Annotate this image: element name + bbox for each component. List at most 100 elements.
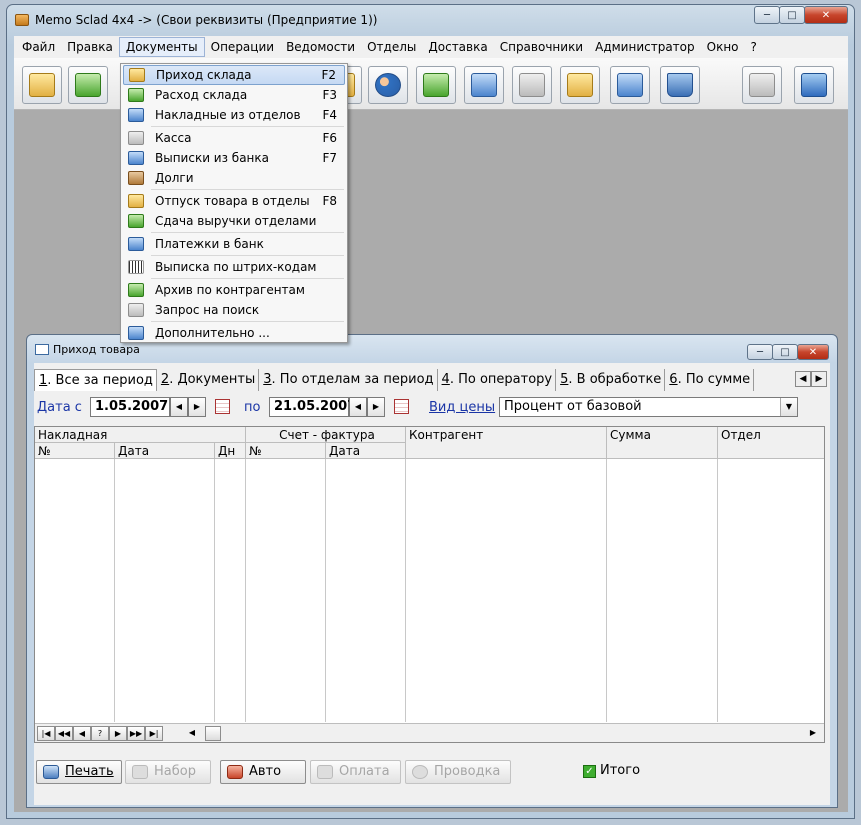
date-from-next-button[interactable]: ▶ — [188, 397, 206, 417]
toolbar-back-button[interactable] — [742, 66, 782, 104]
prev-record-button[interactable]: ◀ — [73, 726, 91, 741]
menu-delivery[interactable]: Доставка — [422, 37, 493, 57]
menu-item-bank-statements[interactable]: Выписки из банка F7 — [123, 148, 345, 168]
col-invoice-num-header[interactable]: № — [35, 443, 115, 459]
last-record-button[interactable]: ▶| — [145, 726, 163, 741]
calendar-to-icon[interactable] — [394, 399, 409, 414]
scroll-right-button[interactable]: ▶ — [804, 726, 822, 741]
scroll-left-button[interactable]: ◀ — [183, 726, 201, 741]
col-day-header[interactable]: Дн — [215, 443, 246, 459]
toolbar-forklift-button[interactable] — [560, 66, 600, 104]
group-tax-invoice-header: Счет - фактура — [246, 427, 406, 443]
tab-all-period[interactable]: 1. Все за период — [34, 369, 157, 391]
horizontal-scrollbar[interactable] — [203, 726, 821, 741]
total-checkbox[interactable]: ✓ — [583, 765, 596, 778]
payment-button[interactable]: Оплата — [310, 760, 401, 784]
menu-item-barcode-statement[interactable]: Выписка по штрих-кодам — [123, 257, 345, 277]
menu-file[interactable]: Файл — [16, 37, 61, 57]
tab-scroll: ◀ ▶ — [795, 371, 827, 387]
scroll-thumb[interactable] — [205, 726, 221, 741]
menu-help[interactable]: ? — [745, 37, 763, 57]
toolbar-contractors-button[interactable] — [368, 66, 408, 104]
menu-item-additional[interactable]: Дополнительно ... — [123, 323, 345, 343]
tab-by-sum[interactable]: 6. По сумме — [665, 369, 755, 391]
calendar-from-icon[interactable] — [215, 399, 230, 414]
child-minimize-button[interactable]: ─ — [747, 344, 773, 360]
tab-by-operator[interactable]: 4. По оператору — [438, 369, 557, 391]
col-invoice-date-header[interactable]: Дата — [115, 443, 215, 459]
menu-admin[interactable]: Администратор — [589, 37, 701, 57]
date-to-field[interactable]: 21.05.2007 — [269, 397, 356, 417]
documents-grid[interactable]: Накладная Счет - фактура Контрагент Сумм… — [34, 426, 825, 743]
child-maximize-button[interactable]: □ — [772, 344, 798, 360]
tab-documents[interactable]: 2. Документы — [157, 369, 260, 391]
print-button[interactable]: Печать — [36, 760, 122, 784]
maximize-button[interactable]: □ — [779, 6, 805, 24]
minimize-button[interactable]: ─ — [754, 6, 780, 24]
first-record-button[interactable]: |◀ — [37, 726, 55, 741]
menu-item-revenue-handover[interactable]: Сдача выручки отделами — [123, 211, 345, 231]
menu-item-bank-payments[interactable]: Платежки в банк — [123, 234, 345, 254]
toolbar-open-folder-button[interactable] — [68, 66, 108, 104]
toolbar-register-button[interactable] — [512, 66, 552, 104]
next-record-button[interactable]: ▶ — [109, 726, 127, 741]
tab-scroll-right-button[interactable]: ▶ — [811, 371, 827, 387]
title-bar[interactable]: Memo Sclad 4x4 -> (Свои реквизиты (Предп… — [7, 5, 854, 35]
close-button[interactable]: ✕ — [804, 6, 848, 24]
col-department-header[interactable]: Отдел — [718, 427, 824, 459]
payment-icon — [317, 765, 333, 779]
toolbar-user-button[interactable] — [416, 66, 456, 104]
menu-item-goods-to-departments[interactable]: Отпуск товара в отделы F8 — [123, 191, 345, 211]
toolbar-import-button[interactable] — [610, 66, 650, 104]
next-page-button[interactable]: ▶▶ — [127, 726, 145, 741]
date-from-field[interactable]: 1.05.2007 — [90, 397, 170, 417]
tab-scroll-left-button[interactable]: ◀ — [795, 371, 811, 387]
tab-hotkey: 2 — [160, 372, 170, 387]
price-type-label[interactable]: Вид цены — [429, 400, 495, 415]
tab-label: . Все за период — [47, 373, 153, 388]
menu-item-debts[interactable]: Долги — [123, 168, 345, 188]
tab-in-processing[interactable]: 5. В обработке — [556, 369, 666, 391]
date-to-prev-button[interactable]: ◀ — [349, 397, 367, 417]
menu-item-department-invoices[interactable]: Накладные из отделов F4 — [123, 105, 345, 125]
col-sum-header[interactable]: Сумма — [607, 427, 718, 459]
menu-item-cash[interactable]: Касса F6 — [123, 128, 345, 148]
set-button[interactable]: Набор — [125, 760, 211, 784]
date-from-prev-button[interactable]: ◀ — [170, 397, 188, 417]
menu-reports[interactable]: Ведомости — [280, 37, 361, 57]
col-taxinv-date-header[interactable]: Дата — [326, 443, 406, 459]
menu-item-warehouse-expense[interactable]: Расход склада F3 — [123, 85, 345, 105]
price-type-select[interactable]: Процент от базовой ▼ — [499, 397, 798, 417]
date-to-next-button[interactable]: ▶ — [367, 397, 385, 417]
tab-by-departments[interactable]: 3. По отделам за период — [259, 369, 438, 391]
toolbar-basket-button[interactable] — [660, 66, 700, 104]
posting-button[interactable]: Проводка — [405, 760, 511, 784]
menu-item-label: Отпуск товара в отделы — [155, 194, 310, 208]
menu-window[interactable]: Окно — [701, 37, 745, 57]
menu-item-contractor-archive[interactable]: Архив по контрагентам — [123, 280, 345, 300]
book-icon — [801, 73, 827, 97]
menu-item-label: Касса — [155, 131, 192, 145]
menu-item-search-request[interactable]: Запрос на поиск — [123, 300, 345, 320]
folder-down-icon — [617, 73, 643, 97]
menu-item-label: Платежки в банк — [155, 237, 264, 251]
menu-departments[interactable]: Отделы — [361, 37, 422, 57]
menu-separator — [151, 255, 344, 256]
toolbar-new-folder-button[interactable] — [22, 66, 62, 104]
child-close-button[interactable]: ✕ — [797, 344, 829, 360]
prev-page-button[interactable]: ◀◀ — [55, 726, 73, 741]
menu-item-warehouse-receipt[interactable]: Приход склада F2 — [123, 65, 345, 85]
chevron-down-icon[interactable]: ▼ — [780, 398, 797, 416]
menu-directories[interactable]: Справочники — [494, 37, 589, 57]
help-record-button[interactable]: ? — [91, 726, 109, 741]
tab-hotkey: 6 — [669, 372, 678, 387]
toolbar-book-button[interactable] — [794, 66, 834, 104]
menu-documents[interactable]: Документы — [118, 37, 205, 57]
printer-icon — [43, 765, 59, 779]
toolbar-edit-button[interactable] — [464, 66, 504, 104]
menu-operations[interactable]: Операции — [205, 37, 280, 57]
menu-edit[interactable]: Правка — [61, 37, 119, 57]
auto-button[interactable]: Авто — [220, 760, 306, 784]
col-contractor-header[interactable]: Контрагент — [406, 427, 607, 459]
col-taxinv-num-header[interactable]: № — [246, 443, 326, 459]
